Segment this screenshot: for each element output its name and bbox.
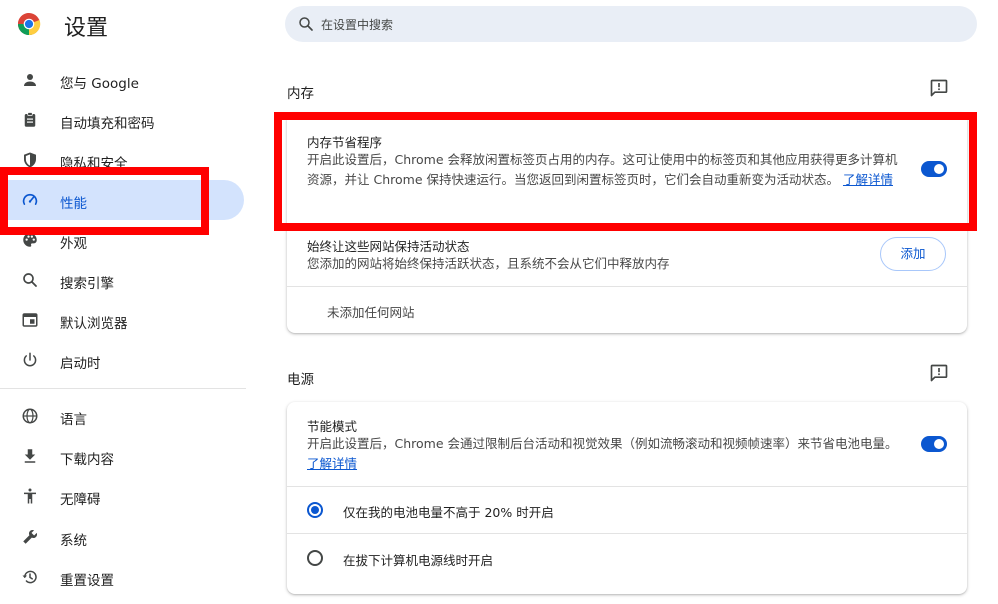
radio-unplugged[interactable]: [307, 550, 323, 566]
search-icon: [299, 17, 313, 31]
sidebar-item-label: 默认浏览器: [60, 316, 128, 332]
sidebar-divider: [0, 388, 246, 389]
sidebar-item-label: 隐私和安全: [60, 156, 128, 172]
search-bar[interactable]: [285, 6, 977, 44]
sidebar-item-label: 启动时: [60, 356, 101, 372]
memory-saver-learn-more-link[interactable]: 了解详情: [843, 172, 893, 187]
person-icon: [24, 74, 36, 86]
sidebar-item-label: 无障碍: [60, 492, 101, 508]
feedback-icon[interactable]: [929, 78, 949, 98]
always-active-description: 您添加的网站将始终保持活跃状态，且系统不会从它们中释放内存: [307, 256, 670, 271]
energy-saver-learn-more-link[interactable]: 了解详情: [307, 456, 357, 471]
sidebar-item-label: 下载内容: [60, 452, 114, 468]
sidebar-item-appearance[interactable]: 外观: [0, 220, 244, 260]
sidebar-item-reset-settings[interactable]: 重置设置: [0, 557, 244, 597]
energy-saver-description: 开启此设置后，Chrome 会通过限制后台活动和视觉效果（例如流畅滚动和视频帧速…: [307, 434, 901, 474]
section-title-memory: 内存: [287, 86, 314, 102]
memory-saver-description-text: 开启此设置后，Chrome 会释放闲置标签页占用的内存。这可让使用中的标签页和其…: [307, 152, 898, 187]
energy-saver-title: 节能模式: [307, 419, 358, 434]
palette-icon: [23, 233, 37, 247]
sidebar-item-label: 自动填充和密码: [60, 116, 155, 132]
chrome-logo-icon: [18, 13, 41, 36]
feedback-icon[interactable]: [929, 363, 949, 383]
sidebar-item-privacy[interactable]: 隐私和安全: [0, 140, 244, 180]
power-icon: [23, 352, 37, 367]
sidebar-item-label: 外观: [60, 236, 87, 252]
clipboard-icon: [24, 112, 36, 127]
radio-label-unplugged[interactable]: 在拔下计算机电源线时开启: [343, 550, 493, 569]
memory-card: [287, 113, 967, 333]
sidebar-item-label: 您与 Google: [60, 76, 139, 92]
sidebar-item-label: 重置设置: [60, 573, 114, 589]
card-divider: [287, 533, 967, 534]
empty-sites-text: 未添加任何网站: [327, 305, 415, 320]
toggle-knob: [934, 439, 944, 449]
sidebar-item-default-browser[interactable]: 默认浏览器: [0, 300, 244, 340]
search-icon: [23, 273, 37, 287]
card-divider: [287, 286, 967, 287]
card-divider: [287, 486, 967, 487]
sidebar-item-label: 系统: [60, 533, 87, 549]
search-input[interactable]: [319, 6, 923, 44]
toggle-knob: [934, 164, 944, 174]
sidebar-item-accessibility[interactable]: 无障碍: [0, 476, 244, 516]
page-title: 设置: [64, 16, 109, 41]
wrench-icon: [23, 529, 38, 544]
accessibility-icon: [24, 488, 36, 504]
history-reset-icon: [22, 570, 37, 584]
always-active-title: 始终让这些网站保持活动状态: [307, 239, 470, 254]
shield-icon: [24, 152, 36, 168]
sidebar-item-label: 搜索引擎: [60, 276, 114, 292]
sidebar-item-performance[interactable]: 性能: [0, 180, 244, 220]
speedometer-icon: [22, 194, 38, 205]
sidebar-item-autofill[interactable]: 自动填充和密码: [0, 100, 244, 140]
memory-saver-title: 内存节省程序: [307, 135, 383, 150]
globe-icon: [22, 408, 38, 424]
sidebar-item-you-and-google[interactable]: 您与 Google: [0, 60, 244, 100]
energy-saver-toggle[interactable]: [921, 436, 947, 452]
sidebar-item-system[interactable]: 系统: [0, 517, 244, 557]
section-title-power: 电源: [287, 372, 314, 388]
download-icon: [24, 449, 36, 463]
radio-battery-20-percent[interactable]: [307, 502, 323, 518]
sidebar-item-search-engine[interactable]: 搜索引擎: [0, 260, 244, 300]
sidebar-item-label: 语言: [60, 412, 87, 428]
memory-saver-description: 开启此设置后，Chrome 会释放闲置标签页占用的内存。这可让使用中的标签页和其…: [307, 150, 901, 190]
sidebar-item-on-startup[interactable]: 启动时: [0, 340, 244, 380]
memory-saver-toggle[interactable]: [921, 161, 947, 177]
energy-saver-description-text: 开启此设置后，Chrome 会通过限制后台活动和视觉效果（例如流畅滚动和视频帧速…: [307, 436, 898, 451]
browser-window-icon: [22, 313, 38, 327]
radio-label-battery-20-percent[interactable]: 仅在我的电池电量不高于 20% 时开启: [343, 502, 554, 521]
add-site-button[interactable]: 添加: [880, 237, 946, 271]
sidebar-item-label: 性能: [60, 196, 87, 212]
sidebar-item-languages[interactable]: 语言: [0, 396, 244, 436]
sidebar-item-downloads[interactable]: 下载内容: [0, 436, 244, 476]
